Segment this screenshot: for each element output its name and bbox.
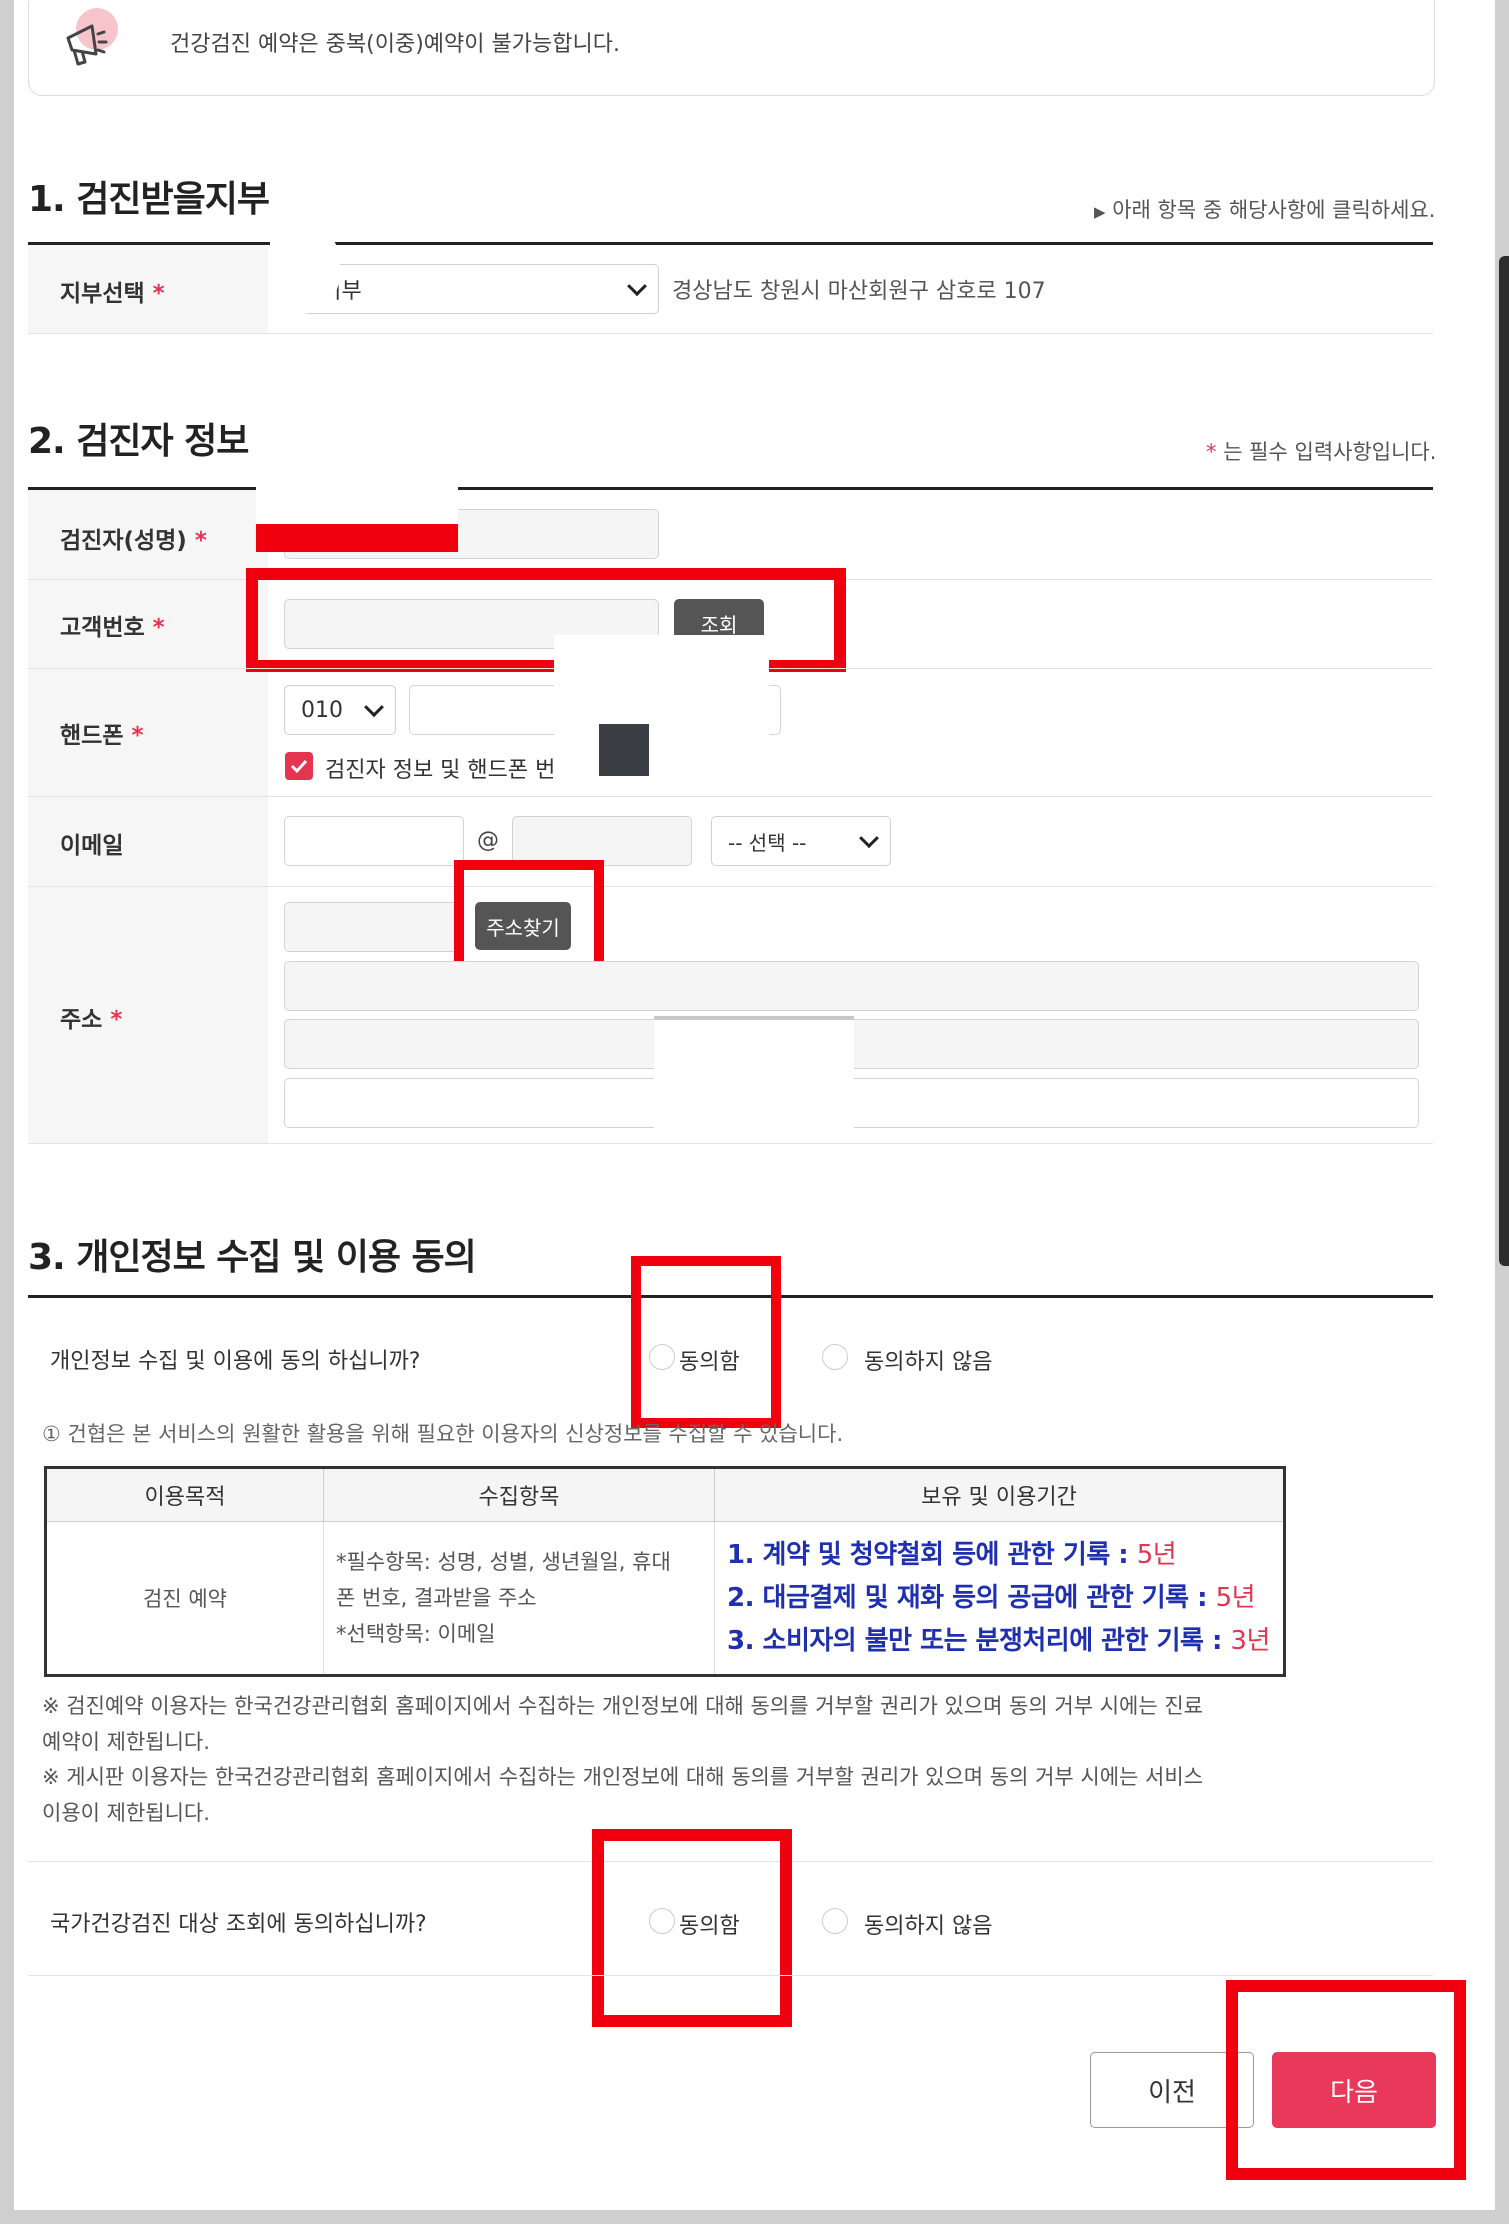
annotation-box [631,1256,781,1428]
consent-note-2: ※ 게시판 이용자는 한국건강관리협회 홈페이지에서 수집하는 개인정보에 대해… [42,1765,1204,1825]
name-label: 검진자(성명) * [60,528,207,554]
table-header: 수집항목 [323,1467,715,1522]
retention-cell: 1. 계약 및 청약철회 등에 관한 기록 : 5년 2. 대금결제 및 재화 … [714,1521,1285,1676]
phone-label: 핸드폰 * [60,723,144,749]
email-at-sign: @ [477,828,499,853]
checkmark-icon [290,759,308,774]
address-label: 주소 * [60,1007,123,1033]
consent2-disagree-radio[interactable] [822,1908,848,1934]
table-header: 보유 및 이용기간 [714,1467,1285,1522]
chevron-down-icon [627,276,647,297]
phone-prefix-value: 010 [301,697,343,723]
section2-label-column [28,490,268,1144]
required-note: * 는 필수 입력사항입니다. [1206,440,1437,464]
reservation-page: 건강검진 예약은 중복(이중)예약이 불가능합니다. 1. 검진받을지부 ▶ 아… [14,0,1495,2210]
branch-label: 지부선택 * [60,281,165,307]
annotation-box [1226,1980,1466,2180]
consent-table: 이용목적 수집항목 보유 및 이용기간 검진 예약 *필수항목: 성명, 성별,… [44,1466,1286,1677]
section1-bottom-line [28,333,1433,334]
redaction-block [599,724,649,776]
consent-info: ① 건협은 본 서비스의 원활한 활용을 위해 필요한 이용자의 신상정보를 수… [42,1422,844,1446]
section2-title: 2. 검진자 정보 [28,421,249,462]
triangle-right-icon: ▶ [1094,203,1106,221]
consent-table-header-row: 이용목적 수집항목 보유 및 이용기간 [45,1467,1285,1522]
customer-no-label: 고객번호 * [60,615,165,641]
branch-select[interactable]: 남지부 [284,264,659,314]
table-header: 이용목적 [45,1467,324,1522]
table-row: 검진 예약 *필수항목: 성명, 성별, 생년월일, 휴대 폰 번호, 결과받을… [45,1521,1285,1676]
postcode-input[interactable] [284,902,464,952]
phone-consent-checkbox[interactable] [285,752,313,780]
annotation-box [592,1829,792,2027]
email-domain-input[interactable] [512,816,692,866]
consent1-disagree-radio[interactable] [822,1344,848,1370]
annotation-box [454,860,604,976]
purpose-cell: 검진 예약 [45,1521,324,1676]
phone-prefix-select[interactable]: 010 [284,685,396,735]
row-line [28,886,1433,887]
email-domain-select[interactable]: -- 선택 -- [711,816,891,866]
branch-address: 경상남도 창원시 마산회원구 삼호로 107 [672,279,1046,304]
notice-text: 건강검진 예약은 중복(이중)예약이 불가능합니다. [170,32,620,57]
scrollbar-track[interactable] [1499,0,1509,2224]
consent-question-2: 국가건강검진 대상 조회에 동의하십니까? [50,1912,427,1937]
row-line [28,1975,1433,1976]
chevron-down-icon [859,828,879,849]
retention-item: 2. 대금결제 및 재화 등의 공급에 관한 기록 : 5년 [727,1582,1256,1613]
redaction-mask [256,474,458,524]
redaction-mask [782,870,942,960]
consent2-disagree-label: 동의하지 않음 [864,1914,993,1939]
redaction-edge [654,1016,854,1020]
section1-title: 1. 검진받을지부 [28,179,270,220]
section3-title: 3. 개인정보 수집 및 이용 동의 [28,1237,477,1278]
section1-hint-text: 아래 항목 중 해당사항에 클릭하세요. [1112,198,1436,222]
phone-consent-label: 검진자 정보 및 핸드폰 번 [325,758,556,783]
retention-item: 1. 계약 및 청약철회 등에 관한 기록 : 5년 [727,1539,1177,1570]
email-id-input[interactable] [284,816,464,866]
redaction-mask [654,1018,854,1143]
address-line1-input[interactable] [284,961,1419,1011]
items-cell: *필수항목: 성명, 성별, 생년월일, 휴대 폰 번호, 결과받을 주소 *선… [323,1521,715,1676]
row-line [28,796,1433,797]
email-label: 이메일 [60,833,124,859]
consent1-disagree-label: 동의하지 않음 [864,1350,993,1375]
scrollbar-thumb[interactable] [1499,256,1509,1266]
consent-question-1: 개인정보 수집 및 이용에 동의 하십니까? [50,1349,421,1374]
email-domain-select-value: -- 선택 -- [728,830,807,855]
section2-bottom-line [28,1143,1433,1144]
redaction-mask [270,222,340,314]
chevron-down-icon [364,697,384,718]
retention-item: 3. 소비자의 불만 또는 분쟁처리에 관한 기록 : 3년 [727,1625,1270,1656]
section1-hint: ▶ 아래 항목 중 해당사항에 클릭하세요. [1094,194,1435,224]
megaphone-icon [66,24,108,66]
redaction-bar [256,524,458,552]
consent-note-1: ※ 검진예약 이용자는 한국건강관리협회 홈페이지에서 수집하는 개인정보에 대… [42,1694,1204,1754]
